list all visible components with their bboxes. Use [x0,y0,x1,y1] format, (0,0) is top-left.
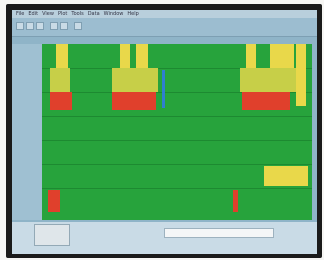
row-label [14,170,40,176]
warning-block[interactable] [240,68,296,92]
warning-block[interactable] [120,44,130,68]
alarm-block[interactable] [242,92,290,110]
warning-block[interactable] [112,68,158,92]
settings-icon[interactable] [74,22,82,30]
menu-bar: File Edit View Plot Tools Data Window He… [12,10,317,18]
warning-block[interactable] [270,44,294,68]
warning-block[interactable] [264,166,308,186]
save-icon[interactable] [26,22,34,30]
alarm-block[interactable] [112,92,156,110]
row-label [14,194,40,200]
marker-block[interactable] [162,70,165,108]
warning-block[interactable] [50,68,70,92]
menu-help[interactable]: Help [127,10,138,18]
row-divider [42,164,312,165]
menu-file[interactable]: File [16,10,24,18]
menu-plot[interactable]: Plot [58,10,67,18]
row-divider [42,116,312,117]
menu-view[interactable]: View [42,10,54,18]
row-divider [42,140,312,141]
alarm-block[interactable] [50,92,72,110]
warning-block[interactable] [296,44,306,106]
zoom-in-icon[interactable] [50,22,58,30]
row-label [14,50,40,56]
overview-thumbnail[interactable] [34,224,70,246]
row-label [14,98,40,104]
menu-tools[interactable]: Tools [71,10,83,18]
warning-block[interactable] [136,44,148,68]
app-window: File Edit View Plot Tools Data Window He… [12,10,317,254]
alarm-block[interactable] [233,190,238,212]
row-label [14,122,40,128]
command-input[interactable] [164,228,274,238]
warning-block[interactable] [56,44,68,68]
open-icon[interactable] [16,22,24,30]
row-label [14,146,40,152]
menu-edit[interactable]: Edit [28,10,38,18]
zoom-out-icon[interactable] [60,22,68,30]
print-icon[interactable] [36,22,44,30]
warning-block[interactable] [246,44,256,68]
menu-window[interactable]: Window [104,10,124,18]
row-divider [42,188,312,189]
toolbar [12,18,317,37]
alarm-block[interactable] [48,190,60,212]
row-label [14,74,40,80]
menu-data[interactable]: Data [88,10,100,18]
